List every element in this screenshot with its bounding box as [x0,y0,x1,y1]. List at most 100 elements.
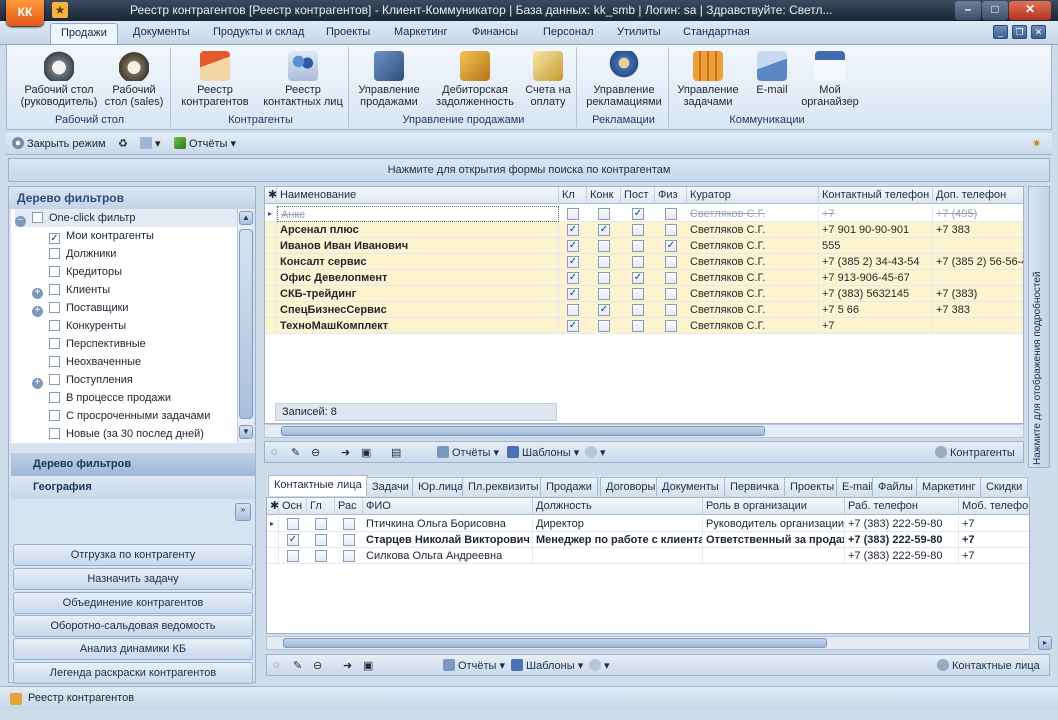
filter-tree-item[interactable]: − One-click фильтр [15,209,239,227]
filter-checkbox[interactable] [49,266,60,277]
checkbox-fiz[interactable] [665,256,677,268]
refresh-icon[interactable]: ◌ [273,659,280,671]
scroll-up-icon[interactable]: ▲ [239,211,253,225]
column-header-phone[interactable]: Контактный телефон [819,187,933,204]
column-header-post[interactable]: Пост [621,187,655,204]
contacts-hscroll[interactable] [266,636,1030,650]
checkbox-fiz[interactable] [665,304,677,316]
reports-dropdown[interactable]: Отчёты ▾ [437,446,499,459]
checkbox-ras[interactable] [343,534,355,546]
checkbox-fiz[interactable] [665,320,677,332]
checkbox-kl[interactable] [567,304,579,316]
detail-tab[interactable]: Маркетинг [916,477,982,496]
detail-tab[interactable]: Юр.лица [412,477,470,496]
templates-dropdown[interactable]: Шаблоны ▾ [507,446,579,459]
detail-tab[interactable]: Задачи [366,477,415,496]
checkbox-fiz[interactable] [665,224,677,236]
filter-tree-item[interactable]: Кредиторы [32,263,122,281]
app-logo[interactable]: КК [6,0,44,26]
checkbox-post[interactable]: ✓ [632,208,644,220]
expand-nav-icon[interactable]: » [235,503,251,521]
table-row[interactable]: ✓ Старцев Николай Викторович Менеджер по р… [267,532,1029,548]
column-header-role[interactable]: Роль в организации [703,498,845,515]
scroll-down-icon[interactable]: ▼ [239,425,253,439]
reports-dropdown[interactable]: Отчёты ▾ [174,137,236,150]
column-header-work-phone[interactable]: Раб. телефон [845,498,959,515]
table-row[interactable]: ▸ Птичкина Ольга Борисовна Директор Руковод… [267,516,1029,532]
column-header-kl[interactable]: Кл [559,187,587,204]
tab-projects[interactable]: Проекты [326,26,370,38]
user-dropdown[interactable]: ▾ [585,446,606,459]
nav-filter-tree[interactable]: Дерево фильтров [11,453,255,476]
detail-tab[interactable]: Скидки [980,477,1029,496]
filter-checkbox[interactable]: ✓ [49,233,60,244]
column-header-position[interactable]: Должность [533,498,703,515]
checkbox-kl[interactable]: ✓ [567,224,579,236]
checkbox-konk[interactable] [598,320,610,332]
column-header-name[interactable]: Наименование [277,187,559,204]
expand-icon[interactable]: + [32,378,43,389]
checkbox-post[interactable] [632,304,644,316]
table-row[interactable]: ТехноМашКомплект ✓ Светляков С.Г. +7 [265,318,1023,334]
filter-tree-item[interactable]: + Поставщики [32,299,129,317]
mdi-close-button[interactable]: ✕ [1031,25,1046,39]
reports-dropdown[interactable]: Отчёты ▾ [443,659,505,672]
checkbox-konk[interactable] [598,240,610,252]
folder-icon[interactable]: ▣ [361,446,371,459]
contacts-registry-button[interactable]: Реестр контактных лиц [259,51,347,108]
checkbox-kl[interactable]: ✓ [567,320,579,332]
detail-tab[interactable]: Проекты [784,477,841,496]
checkbox-konk[interactable] [598,272,610,284]
hscroll-thumb[interactable] [281,426,765,436]
checkbox-post[interactable] [632,224,644,236]
filter-tree-item[interactable]: Неохваченные [32,353,141,371]
detail-tab[interactable]: Документы [656,477,725,496]
turnover-statement-button[interactable]: Оборотно-сальдовая ведомость [13,615,253,637]
filter-tree-item[interactable]: Должники [32,245,116,263]
kb-dynamics-button[interactable]: Анализ динамики КБ [13,638,253,660]
mdi-restore-button[interactable]: ❐ [1012,25,1027,39]
filter-checkbox[interactable] [49,410,60,421]
checkbox-kl[interactable]: ✓ [567,272,579,284]
merge-contractors-button[interactable]: Объединение контрагентов [13,592,253,614]
email-button[interactable]: E-mail [747,51,797,96]
table-row[interactable]: Иванов Иван Иванович ✓ ✓ Светляков С.Г. 555 [265,238,1023,254]
filter-checkbox[interactable] [49,356,60,367]
details-side-strip[interactable]: Нажмите для отображения подробностей [1028,186,1050,468]
delete-icon[interactable]: ⊖ [313,659,322,672]
checkbox-osn[interactable] [287,550,299,562]
column-header-phone2[interactable]: Доп. телефон [933,187,1023,204]
column-header-curator[interactable]: Куратор [687,187,819,204]
minimize-button[interactable]: – [955,1,981,20]
checkbox-ras[interactable] [343,518,355,530]
shipment-by-contractor-button[interactable]: Отгрузка по контрагенту [13,544,253,566]
print-icon[interactable]: ▤ [391,446,401,459]
tab-utilities[interactable]: Утилиты [617,26,661,38]
detail-tab[interactable]: Продажи [540,477,598,496]
filter-tree-item[interactable]: ✓ Мои контрагенты [32,227,154,245]
organizer-button[interactable]: Мой органайзер [799,51,861,108]
recycle-icon[interactable]: ♻ [118,137,128,150]
table-row[interactable]: Арсенал плюс ✓ ✓ Светляков С.Г. +7 901 90-90… [265,222,1023,238]
tab-staff[interactable]: Персонал [543,26,594,38]
filter-tree-item[interactable]: С просроченными задачами [32,407,210,425]
checkbox-kl[interactable]: ✓ [567,256,579,268]
checkbox-konk[interactable] [598,208,610,220]
checkbox-osn[interactable] [287,518,299,530]
scroll-right-icon[interactable]: ▸ [1038,636,1052,650]
filter-tree-item[interactable]: + Поступления [32,371,133,389]
table-row[interactable]: ▸ Анкс ✓ Светляков С.Г. +7 +7 (495) [265,206,1023,222]
tree-scrollbar[interactable]: ▲ ▼ [237,209,253,443]
tab-documents[interactable]: Документы [133,26,190,38]
column-header-gl[interactable]: Гл [307,498,335,515]
column-header-konk[interactable]: Конк [587,187,621,204]
hscroll-thumb[interactable] [283,638,827,648]
tab-marketing[interactable]: Маркетинг [394,26,447,38]
filter-checkbox[interactable] [49,302,60,313]
checkbox-kl[interactable]: ✓ [567,288,579,300]
table-row[interactable]: Силкова Ольга Андреевна +7 (383) 222-59-8… [267,548,1029,564]
collapse-icon[interactable]: − [15,216,26,227]
templates-dropdown[interactable]: Шаблоны ▾ [511,659,583,672]
checkbox-konk[interactable] [598,288,610,300]
settings-icon[interactable]: ✷ [1032,137,1041,150]
